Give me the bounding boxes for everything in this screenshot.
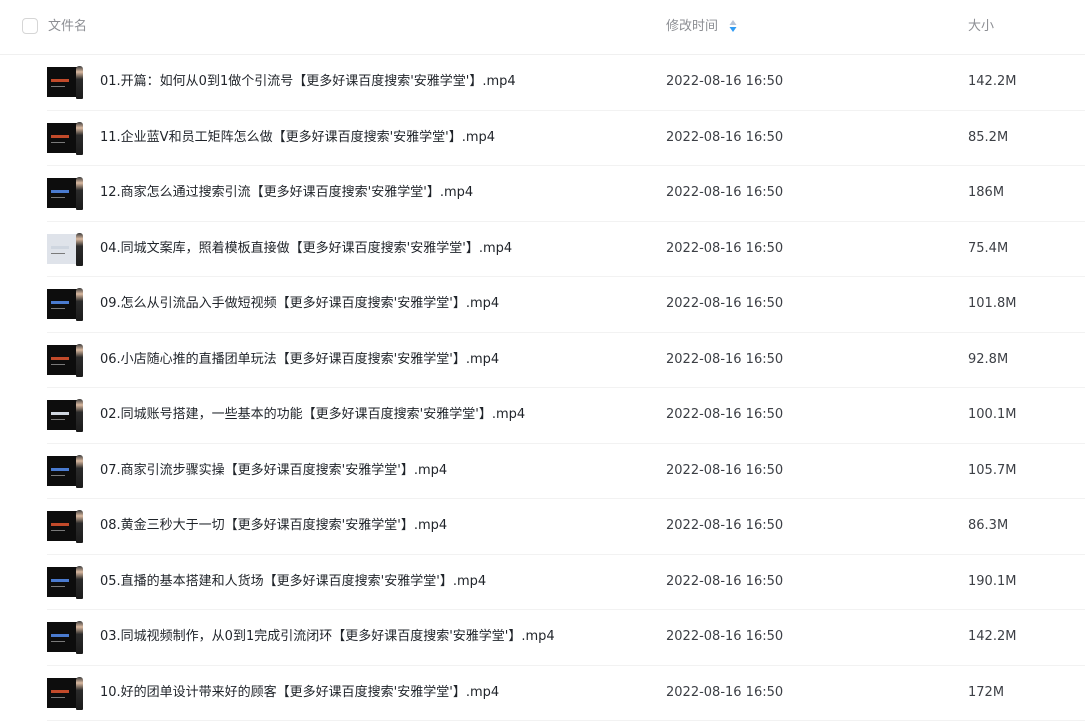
video-thumbnail-icon [47, 121, 83, 155]
video-thumbnail-icon [47, 621, 83, 654]
video-thumbnail-icon [47, 399, 83, 432]
file-size: 75.4M [968, 240, 1009, 256]
file-modified-time: 2022-08-16 16:50 [666, 407, 784, 422]
file-size: 142.2M [968, 629, 1017, 644]
file-modified-time: 2022-08-16 16:50 [666, 351, 784, 367]
file-row[interactable]: 07.商家引流步骤实操【更多好课百度搜索'安雅学堂'】.mp4 2022-08-1… [47, 444, 1085, 499]
list-header: 文件名 修改时间 大小 [0, 0, 1085, 55]
file-name[interactable]: 12.商家怎么通过搜索引流【更多好课百度搜索'安雅学堂'】.mp4 [100, 184, 473, 202]
file-row[interactable]: 03.同城视频制作，从0到1完成引流闭环【更多好课百度搜索'安雅学堂'】.mp4… [47, 610, 1085, 666]
file-row[interactable]: 12.商家怎么通过搜索引流【更多好课百度搜索'安雅学堂'】.mp4 2022-08… [47, 166, 1085, 222]
file-name[interactable]: 03.同城视频制作，从0到1完成引流闭环【更多好课百度搜索'安雅学堂'】.mp4 [100, 628, 555, 646]
file-modified-time: 2022-08-16 16:50 [666, 240, 784, 256]
file-row[interactable]: 02.同城账号搭建，一些基本的功能【更多好课百度搜索'安雅学堂'】.mp4 202… [47, 388, 1085, 444]
video-thumbnail-icon [47, 288, 83, 321]
file-name[interactable]: 05.直播的基本搭建和人货场【更多好课百度搜索'安雅学堂'】.mp4 [100, 573, 486, 591]
sort-icon[interactable] [729, 19, 737, 33]
file-size: 85.2M [968, 129, 1009, 145]
video-thumbnail-icon [47, 454, 83, 488]
file-name[interactable]: 06.小店随心推的直播团单玩法【更多好课百度搜索'安雅学堂'】.mp4 [100, 351, 499, 369]
file-row[interactable]: 04.同城文案库，照着模板直接做【更多好课百度搜索'安雅学堂'】.mp4 2022… [47, 222, 1085, 277]
file-name[interactable]: 08.黄金三秒大于一切【更多好课百度搜索'安雅学堂'】.mp4 [100, 517, 447, 535]
file-modified-time: 2022-08-16 16:50 [666, 518, 784, 533]
file-row[interactable]: 11.企业蓝V和员工矩阵怎么做【更多好课百度搜索'安雅学堂'】.mp4 2022-… [47, 111, 1085, 166]
file-row[interactable]: 08.黄金三秒大于一切【更多好课百度搜索'安雅学堂'】.mp4 2022-08-1… [47, 499, 1085, 555]
file-size: 142.2M [968, 74, 1017, 89]
file-row[interactable]: 01.开篇：如何从0到1做个引流号【更多好课百度搜索'安雅学堂'】.mp4 202… [47, 55, 1085, 111]
file-size: 186M [968, 185, 1005, 200]
video-thumbnail-icon [47, 676, 83, 710]
file-name[interactable]: 01.开篇：如何从0到1做个引流号【更多好课百度搜索'安雅学堂'】.mp4 [100, 73, 516, 91]
file-list: 文件名 修改时间 大小 01.开篇：如何从0到1做个引流号【更多好课百度搜索'安… [0, 0, 1085, 725]
file-name[interactable]: 04.同城文案库，照着模板直接做【更多好课百度搜索'安雅学堂'】.mp4 [100, 240, 512, 258]
column-header-size[interactable]: 大小 [968, 18, 994, 36]
column-header-name[interactable]: 文件名 [48, 18, 87, 36]
file-size: 105.7M [968, 462, 1017, 478]
file-modified-time: 2022-08-16 16:50 [666, 185, 784, 200]
video-thumbnail-icon [47, 66, 83, 99]
file-name[interactable]: 02.同城账号搭建，一些基本的功能【更多好课百度搜索'安雅学堂'】.mp4 [100, 406, 525, 424]
file-row[interactable]: 09.怎么从引流品入手做短视频【更多好课百度搜索'安雅学堂'】.mp4 2022-… [47, 277, 1085, 333]
file-modified-time: 2022-08-16 16:50 [666, 296, 784, 311]
video-thumbnail-icon [47, 565, 83, 599]
file-modified-time: 2022-08-16 16:50 [666, 462, 784, 478]
video-thumbnail-icon [47, 232, 83, 266]
file-modified-time: 2022-08-16 16:50 [666, 573, 784, 589]
file-modified-time: 2022-08-16 16:50 [666, 684, 784, 700]
file-size: 100.1M [968, 407, 1017, 422]
file-size: 101.8M [968, 296, 1017, 311]
column-header-modified-time[interactable]: 修改时间 [666, 18, 718, 36]
file-row[interactable]: 05.直播的基本搭建和人货场【更多好课百度搜索'安雅学堂'】.mp4 2022-0… [47, 555, 1085, 610]
file-name[interactable]: 11.企业蓝V和员工矩阵怎么做【更多好课百度搜索'安雅学堂'】.mp4 [100, 129, 495, 147]
file-size: 172M [968, 684, 1005, 700]
file-row[interactable]: 06.小店随心推的直播团单玩法【更多好课百度搜索'安雅学堂'】.mp4 2022-… [47, 333, 1085, 388]
video-thumbnail-icon [47, 177, 83, 210]
file-modified-time: 2022-08-16 16:50 [666, 129, 784, 145]
file-modified-time: 2022-08-16 16:50 [666, 629, 784, 644]
file-name[interactable]: 10.好的团单设计带来好的顾客【更多好课百度搜索'安雅学堂'】.mp4 [100, 684, 499, 702]
video-thumbnail-icon [47, 510, 83, 543]
file-rows: 01.开篇：如何从0到1做个引流号【更多好课百度搜索'安雅学堂'】.mp4 202… [0, 55, 1085, 721]
select-all-checkbox[interactable] [22, 18, 38, 34]
file-name[interactable]: 09.怎么从引流品入手做短视频【更多好课百度搜索'安雅学堂'】.mp4 [100, 295, 499, 313]
file-name[interactable]: 07.商家引流步骤实操【更多好课百度搜索'安雅学堂'】.mp4 [100, 462, 447, 480]
file-row[interactable]: 10.好的团单设计带来好的顾客【更多好课百度搜索'安雅学堂'】.mp4 2022-… [47, 666, 1085, 721]
file-size: 92.8M [968, 351, 1009, 367]
file-size: 86.3M [968, 518, 1009, 533]
file-size: 190.1M [968, 573, 1017, 589]
video-thumbnail-icon [47, 343, 83, 377]
file-modified-time: 2022-08-16 16:50 [666, 74, 784, 89]
